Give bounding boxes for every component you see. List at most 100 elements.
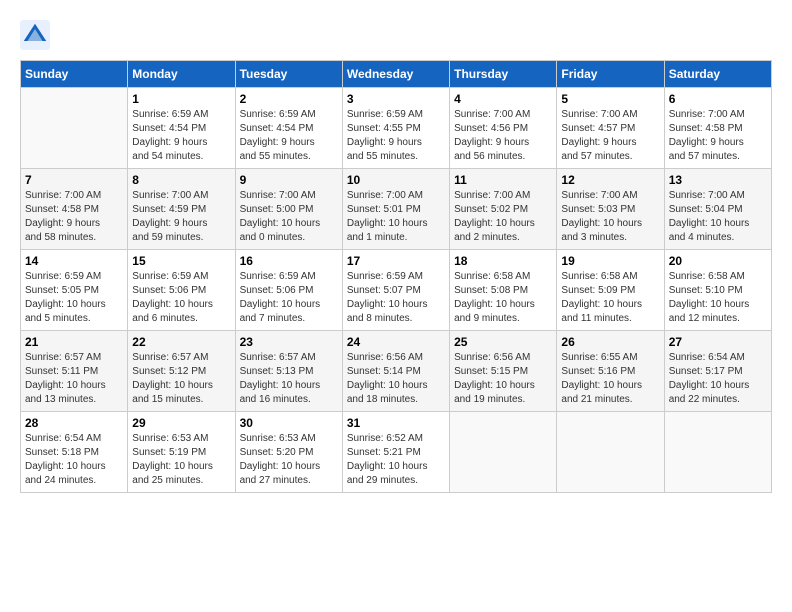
page-header <box>20 20 772 50</box>
calendar-day-cell: 28 Sunrise: 6:54 AMSunset: 5:18 PMDayligh… <box>21 412 128 493</box>
day-number: 2 <box>240 92 338 106</box>
calendar-day-cell: 23 Sunrise: 6:57 AMSunset: 5:13 PMDayligh… <box>235 331 342 412</box>
day-info: Sunrise: 6:59 AMSunset: 5:05 PMDaylight:… <box>25 270 123 326</box>
day-info: Sunrise: 7:00 AMSunset: 5:01 PMDaylight:… <box>347 189 445 245</box>
day-number: 12 <box>561 173 659 187</box>
day-number: 30 <box>240 416 338 430</box>
day-number: 9 <box>240 173 338 187</box>
day-number: 1 <box>132 92 230 106</box>
calendar-day-cell: 11Sunrise: 7:00 AMSunset: 5:02 PMDayligh… <box>450 169 557 250</box>
day-number: 29 <box>132 416 230 430</box>
calendar-day-cell: 31 Sunrise: 6:52 AMSunset: 5:21 PMDayligh… <box>342 412 449 493</box>
day-info: Sunrise: 6:56 AMSunset: 5:14 PMDaylight:… <box>347 351 445 407</box>
calendar-day-cell: 29Sunrise: 6:53 AMSunset: 5:19 PMDayligh… <box>128 412 235 493</box>
day-info: Sunrise: 7:00 AMSunset: 4:58 PMDaylight:… <box>669 108 767 164</box>
weekday-header: Wednesday <box>342 61 449 88</box>
day-info: Sunrise: 6:59 AMSunset: 4:55 PMDaylight:… <box>347 108 445 164</box>
weekday-header: Friday <box>557 61 664 88</box>
day-number: 5 <box>561 92 659 106</box>
day-number: 20 <box>669 254 767 268</box>
calendar-day-cell: 3 Sunrise: 6:59 AMSunset: 4:55 PMDaylight… <box>342 88 449 169</box>
day-info: Sunrise: 6:57 AMSunset: 5:11 PMDaylight:… <box>25 351 123 407</box>
day-info: Sunrise: 6:54 AMSunset: 5:17 PMDaylight:… <box>669 351 767 407</box>
day-number: 8 <box>132 173 230 187</box>
day-number: 25 <box>454 335 552 349</box>
calendar-day-cell: 19Sunrise: 6:58 AMSunset: 5:09 PMDayligh… <box>557 250 664 331</box>
day-number: 26 <box>561 335 659 349</box>
calendar-day-cell: 20 Sunrise: 6:58 AMSunset: 5:10 PMDayligh… <box>664 250 771 331</box>
calendar-day-cell <box>664 412 771 493</box>
day-number: 21 <box>25 335 123 349</box>
calendar-table: SundayMondayTuesdayWednesdayThursdayFrid… <box>20 60 772 493</box>
day-number: 10 <box>347 173 445 187</box>
calendar-day-cell: 26 Sunrise: 6:55 AMSunset: 5:16 PMDayligh… <box>557 331 664 412</box>
calendar-day-cell <box>21 88 128 169</box>
day-number: 4 <box>454 92 552 106</box>
day-info: Sunrise: 6:59 AMSunset: 4:54 PMDaylight:… <box>240 108 338 164</box>
day-info: Sunrise: 7:00 AMSunset: 5:03 PMDaylight:… <box>561 189 659 245</box>
calendar-day-cell: 2 Sunrise: 6:59 AMSunset: 4:54 PMDaylight… <box>235 88 342 169</box>
calendar-day-cell: 25 Sunrise: 6:56 AMSunset: 5:15 PMDayligh… <box>450 331 557 412</box>
day-number: 28 <box>25 416 123 430</box>
calendar-day-cell: 24 Sunrise: 6:56 AMSunset: 5:14 PMDayligh… <box>342 331 449 412</box>
calendar-week-row: 7 Sunrise: 7:00 AMSunset: 4:58 PMDaylight… <box>21 169 772 250</box>
day-info: Sunrise: 6:59 AMSunset: 5:07 PMDaylight:… <box>347 270 445 326</box>
calendar-day-cell: 18 Sunrise: 6:58 AMSunset: 5:08 PMDayligh… <box>450 250 557 331</box>
day-info: Sunrise: 7:00 AMSunset: 5:00 PMDaylight:… <box>240 189 338 245</box>
day-info: Sunrise: 6:54 AMSunset: 5:18 PMDaylight:… <box>25 432 123 488</box>
day-info: Sunrise: 6:52 AMSunset: 5:21 PMDaylight:… <box>347 432 445 488</box>
day-info: Sunrise: 7:00 AMSunset: 4:59 PMDaylight:… <box>132 189 230 245</box>
day-info: Sunrise: 6:59 AMSunset: 5:06 PMDaylight:… <box>132 270 230 326</box>
day-number: 15 <box>132 254 230 268</box>
day-info: Sunrise: 6:59 AMSunset: 4:54 PMDaylight:… <box>132 108 230 164</box>
calendar-day-cell: 22 Sunrise: 6:57 AMSunset: 5:12 PMDayligh… <box>128 331 235 412</box>
day-number: 27 <box>669 335 767 349</box>
day-number: 31 <box>347 416 445 430</box>
weekday-header: Saturday <box>664 61 771 88</box>
weekday-header: Thursday <box>450 61 557 88</box>
calendar-day-cell <box>557 412 664 493</box>
day-number: 3 <box>347 92 445 106</box>
day-info: Sunrise: 7:00 AMSunset: 5:04 PMDaylight:… <box>669 189 767 245</box>
calendar-day-cell: 13 Sunrise: 7:00 AMSunset: 5:04 PMDayligh… <box>664 169 771 250</box>
weekday-header: Tuesday <box>235 61 342 88</box>
weekday-header: Sunday <box>21 61 128 88</box>
day-info: Sunrise: 6:57 AMSunset: 5:12 PMDaylight:… <box>132 351 230 407</box>
day-number: 6 <box>669 92 767 106</box>
day-number: 13 <box>669 173 767 187</box>
day-number: 22 <box>132 335 230 349</box>
day-number: 19 <box>561 254 659 268</box>
day-info: Sunrise: 7:00 AMSunset: 4:58 PMDaylight:… <box>25 189 123 245</box>
day-info: Sunrise: 6:58 AMSunset: 5:10 PMDaylight:… <box>669 270 767 326</box>
day-info: Sunrise: 6:55 AMSunset: 5:16 PMDaylight:… <box>561 351 659 407</box>
day-info: Sunrise: 6:59 AMSunset: 5:06 PMDaylight:… <box>240 270 338 326</box>
day-number: 23 <box>240 335 338 349</box>
day-number: 14 <box>25 254 123 268</box>
calendar-day-cell <box>450 412 557 493</box>
day-info: Sunrise: 6:56 AMSunset: 5:15 PMDaylight:… <box>454 351 552 407</box>
logo <box>20 20 54 50</box>
day-info: Sunrise: 6:53 AMSunset: 5:20 PMDaylight:… <box>240 432 338 488</box>
logo-icon <box>20 20 50 50</box>
calendar-day-cell: 5 Sunrise: 7:00 AMSunset: 4:57 PMDaylight… <box>557 88 664 169</box>
day-number: 16 <box>240 254 338 268</box>
calendar-day-cell: 21 Sunrise: 6:57 AMSunset: 5:11 PMDayligh… <box>21 331 128 412</box>
calendar-day-cell: 15 Sunrise: 6:59 AMSunset: 5:06 PMDayligh… <box>128 250 235 331</box>
day-number: 7 <box>25 173 123 187</box>
calendar-week-row: 1 Sunrise: 6:59 AMSunset: 4:54 PMDaylight… <box>21 88 772 169</box>
day-info: Sunrise: 6:58 AMSunset: 5:08 PMDaylight:… <box>454 270 552 326</box>
calendar-day-cell: 16 Sunrise: 6:59 AMSunset: 5:06 PMDayligh… <box>235 250 342 331</box>
calendar-day-cell: 12 Sunrise: 7:00 AMSunset: 5:03 PMDayligh… <box>557 169 664 250</box>
calendar-week-row: 14 Sunrise: 6:59 AMSunset: 5:05 PMDayligh… <box>21 250 772 331</box>
calendar-header-row: SundayMondayTuesdayWednesdayThursdayFrid… <box>21 61 772 88</box>
day-number: 24 <box>347 335 445 349</box>
day-number: 18 <box>454 254 552 268</box>
weekday-header: Monday <box>128 61 235 88</box>
day-info: Sunrise: 7:00 AMSunset: 4:57 PMDaylight:… <box>561 108 659 164</box>
day-info: Sunrise: 6:57 AMSunset: 5:13 PMDaylight:… <box>240 351 338 407</box>
calendar-week-row: 21 Sunrise: 6:57 AMSunset: 5:11 PMDayligh… <box>21 331 772 412</box>
calendar-day-cell: 6 Sunrise: 7:00 AMSunset: 4:58 PMDaylight… <box>664 88 771 169</box>
calendar-day-cell: 7 Sunrise: 7:00 AMSunset: 4:58 PMDaylight… <box>21 169 128 250</box>
day-number: 17 <box>347 254 445 268</box>
calendar-day-cell: 30 Sunrise: 6:53 AMSunset: 5:20 PMDayligh… <box>235 412 342 493</box>
